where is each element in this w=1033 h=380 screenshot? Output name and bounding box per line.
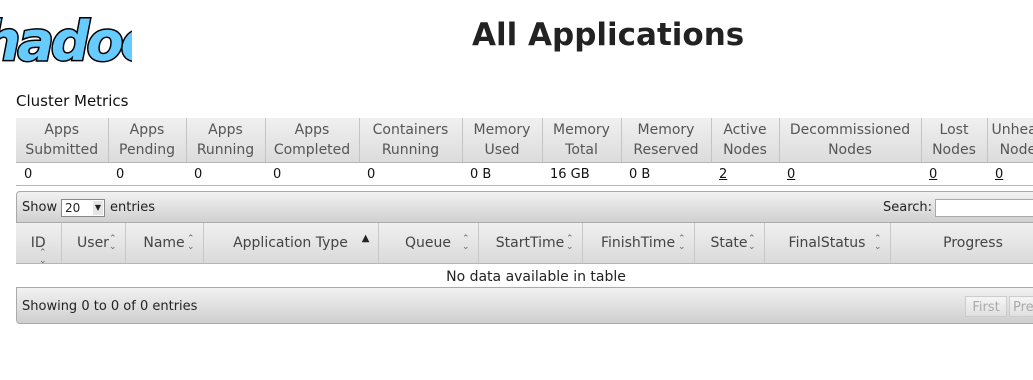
column-header-name[interactable]: Name ⌃ ⌄ xyxy=(125,223,204,264)
entries-label: entries xyxy=(110,200,156,215)
metric-value: 0 B xyxy=(621,162,711,186)
metric-value: 0 B xyxy=(462,162,542,186)
previous-page-button[interactable]: Previous xyxy=(1009,296,1033,317)
sort-both-icon: ⌃ ⌄ xyxy=(108,234,117,252)
metric-value: 0 xyxy=(186,162,265,186)
page-title: All Applications xyxy=(472,17,745,53)
metric-value: 16 GB xyxy=(542,162,621,186)
metric-value[interactable]: 0 xyxy=(987,162,1033,186)
hadoop-logo: hadoop xyxy=(0,10,132,72)
sort-both-icon: ⌃ ⌄ xyxy=(565,234,574,252)
page-length-select[interactable]: 20 ▼ xyxy=(61,199,105,217)
metric-header: UnhealthyNodes xyxy=(987,118,1033,163)
sort-both-icon: ⌃ ⌄ xyxy=(873,234,882,252)
column-header-id[interactable]: ID ⌃ ⌄ xyxy=(16,223,62,266)
column-header-state[interactable]: State ⌃ ⌄ xyxy=(694,223,765,264)
metric-value[interactable]: 2 xyxy=(711,162,779,186)
metric-value[interactable]: 0 xyxy=(921,162,987,186)
sort-both-icon: ⌃ ⌄ xyxy=(677,234,686,252)
column-header-finishtime[interactable]: FinishTime ⌃ ⌄ xyxy=(582,223,695,264)
metric-header: Containers Running xyxy=(359,118,463,163)
column-header-label: Progress xyxy=(943,234,1003,251)
metric-link[interactable]: 0 xyxy=(787,167,795,182)
page-length-value: 20 xyxy=(65,201,81,215)
column-header-finalstatus[interactable]: FinalStatus ⌃ ⌄ xyxy=(764,223,891,264)
sort-both-icon: ⌃ ⌄ xyxy=(39,248,47,266)
column-header-label: FinishTime xyxy=(600,234,676,251)
metric-header: Lost Nodes xyxy=(921,118,988,163)
column-header-label: StartTime xyxy=(495,234,565,251)
first-page-button[interactable]: First xyxy=(965,296,1007,317)
empty-row: No data available in table xyxy=(16,263,1033,290)
metric-link[interactable]: 0 xyxy=(929,167,937,182)
sort-both-icon: ⌃ ⌄ xyxy=(747,234,756,252)
column-header-progress[interactable]: Progress⌃⌄ xyxy=(890,223,1033,264)
metric-value[interactable]: 0 xyxy=(779,162,921,186)
metric-link[interactable]: 2 xyxy=(719,167,727,182)
sort-both-icon: ⌃ ⌄ xyxy=(461,234,470,252)
metric-header: Active Nodes xyxy=(711,118,780,163)
column-header-label: Queue xyxy=(405,234,451,251)
sort-both-icon: ⌃ ⌄ xyxy=(186,234,195,252)
applications-table: ID ⌃ ⌄ User ⌃ ⌄ Name ⌃ ⌄ Application Type ▲ Queue ⌃ ⌄… xyxy=(16,223,1033,290)
metric-header: Memory Reserved xyxy=(621,118,712,163)
table-toolbar: Show 20 ▼ entries Search: xyxy=(16,191,1033,223)
metric-header: Apps Pending xyxy=(108,118,187,163)
column-header-label: FinalStatus xyxy=(788,234,866,251)
search-label: Search: xyxy=(883,200,933,215)
show-label: Show xyxy=(22,200,58,215)
cluster-metrics-table: Apps Submitted Apps Pending Apps Running Apps C… xyxy=(16,118,1033,186)
metric-value: 0 xyxy=(359,162,462,186)
column-header-label: Name xyxy=(143,234,185,251)
column-header-label: User xyxy=(77,234,109,251)
column-header-queue[interactable]: Queue ⌃ ⌄ xyxy=(378,223,479,264)
dropdown-arrow-icon: ▼ xyxy=(93,201,103,215)
metric-header: Apps Completed xyxy=(265,118,360,163)
table-info: Showing 0 to 0 of 0 entries xyxy=(22,299,198,314)
metric-value: 0 xyxy=(16,162,108,186)
metric-header: Apps Submitted xyxy=(16,118,109,163)
metric-value: 0 xyxy=(108,162,186,186)
metric-header: Apps Running xyxy=(186,118,266,163)
column-header-application-type[interactable]: Application Type ▲ xyxy=(203,223,379,264)
metric-header: Decommissioned Nodes xyxy=(779,118,922,163)
cluster-metrics-title: Cluster Metrics xyxy=(16,92,129,110)
metric-header: Memory Total xyxy=(542,118,622,163)
logo-text: hadoop xyxy=(0,10,132,72)
column-header-label: Application Type xyxy=(233,234,348,251)
metric-header: Memory Used xyxy=(462,118,543,163)
metric-link[interactable]: 0 xyxy=(995,167,1003,182)
sort-asc-icon: ▲ xyxy=(361,233,370,244)
column-header-starttime[interactable]: StartTime ⌃ ⌄ xyxy=(478,223,583,264)
column-header-user[interactable]: User ⌃ ⌄ xyxy=(61,223,126,264)
search-input[interactable] xyxy=(935,199,1033,217)
metric-value: 0 xyxy=(265,162,359,186)
empty-message: No data available in table xyxy=(446,268,626,285)
column-header-label: State xyxy=(710,234,748,251)
table-footer: Showing 0 to 0 of 0 entries First Previo… xyxy=(16,287,1033,324)
